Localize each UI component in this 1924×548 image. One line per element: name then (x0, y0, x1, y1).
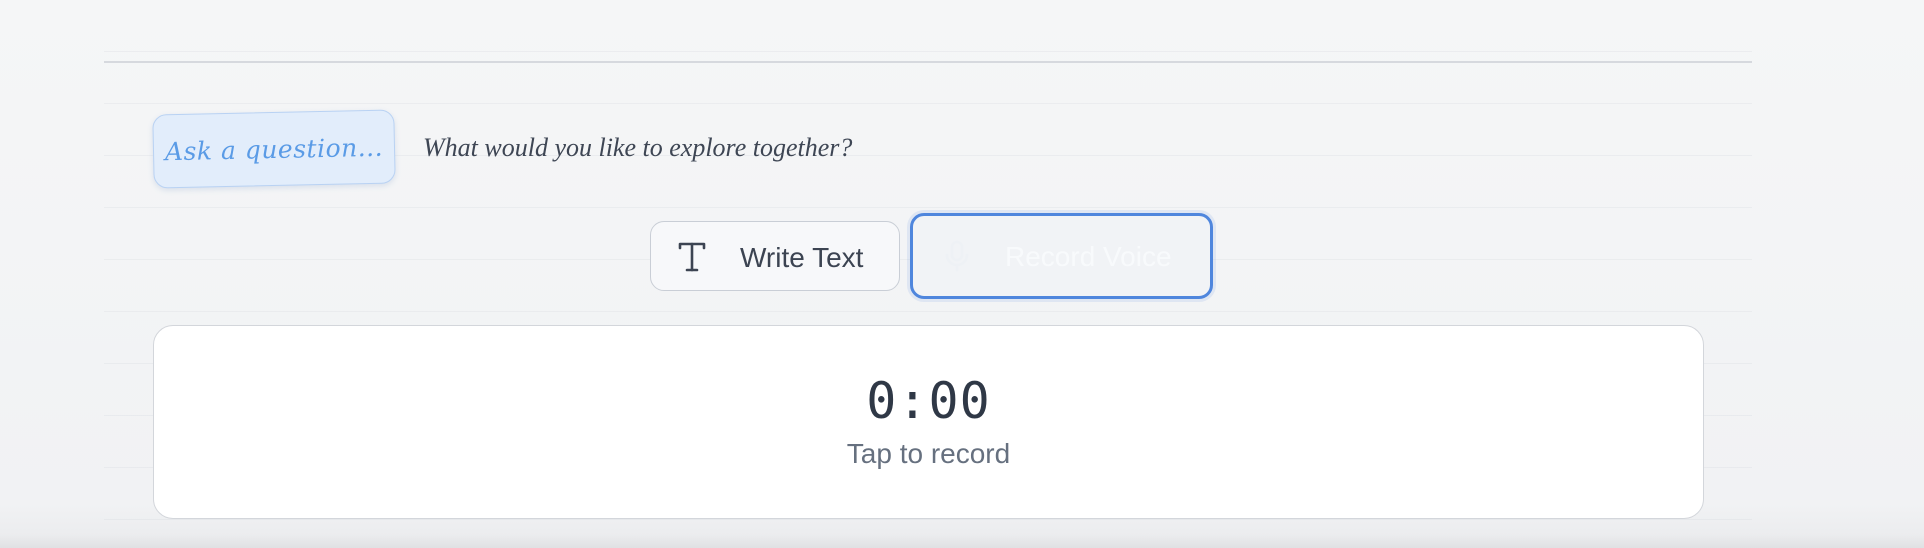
record-voice-label: Record Voice (1005, 241, 1172, 272)
bottom-edge-shadow (0, 534, 1924, 548)
text-icon (677, 241, 707, 273)
top-divider (104, 61, 1752, 63)
write-text-label: Write Text (740, 242, 864, 273)
write-text-button[interactable]: Write Text (650, 221, 900, 291)
recording-timer: 0:00 (866, 372, 991, 430)
ask-question-sticker: Ask a question... (152, 109, 396, 189)
prompt-subtitle: What would you like to explore together? (423, 133, 853, 162)
ask-question-label: Ask a question... (164, 132, 384, 166)
record-voice-button[interactable]: Record Voice (910, 213, 1213, 299)
microphone-icon (943, 239, 971, 273)
tap-to-record-hint: Tap to record (846, 438, 1011, 469)
voice-recorder-panel[interactable]: 0:00 Tap to record (153, 325, 1704, 519)
